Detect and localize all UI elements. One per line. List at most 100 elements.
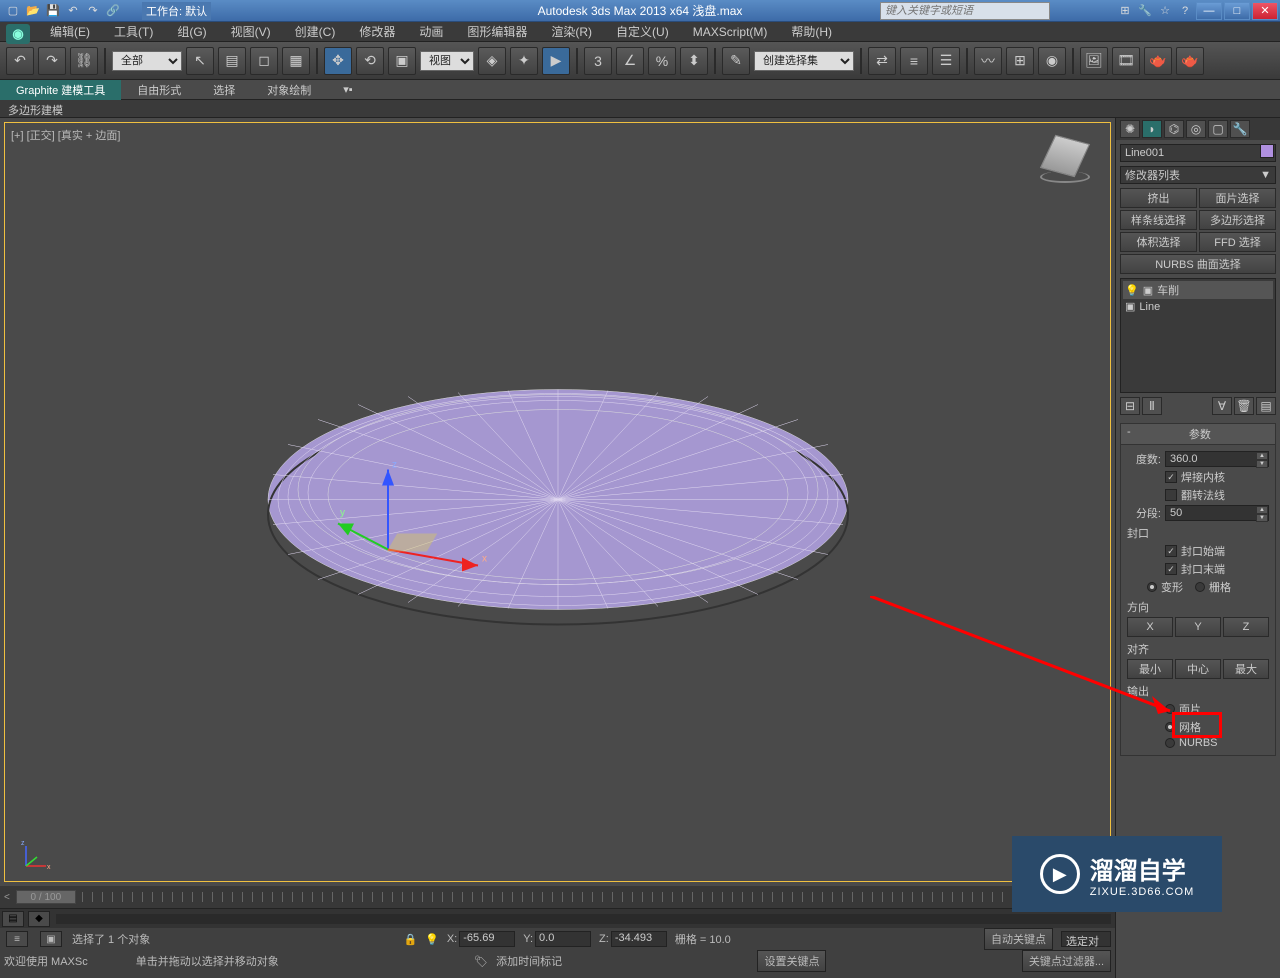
align-button[interactable]: ≡ xyxy=(900,47,928,75)
morph-radio[interactable] xyxy=(1147,582,1157,592)
z-coord-input[interactable]: -34.493 xyxy=(611,931,667,947)
pin-stack-icon[interactable]: ⊟ xyxy=(1120,397,1140,415)
close-button[interactable]: ✕ xyxy=(1252,2,1278,20)
output-nurbs-radio[interactable] xyxy=(1165,738,1175,748)
manipulate-button[interactable]: ✦ xyxy=(510,47,538,75)
make-unique-icon[interactable]: ∀ xyxy=(1212,397,1232,415)
segments-spinner[interactable]: 50▲▼ xyxy=(1165,505,1269,521)
select-region-button[interactable]: ◻ xyxy=(250,47,278,75)
maxscript-mini-icon[interactable]: ≡ xyxy=(6,931,28,947)
undo-button[interactable]: ↶ xyxy=(6,47,34,75)
trackbar-keymode-icon[interactable]: ◆ xyxy=(28,911,50,927)
scene-object[interactable]: z y x xyxy=(258,325,858,680)
mod-btn-volsel[interactable]: 体积选择 xyxy=(1120,232,1197,252)
align-min-button[interactable]: 最小 xyxy=(1127,659,1173,679)
keymode-button[interactable]: ▶ xyxy=(542,47,570,75)
menu-views[interactable]: 视图(V) xyxy=(221,21,281,42)
utilities-tab-icon[interactable]: 🔧 xyxy=(1230,120,1250,138)
ribbon-subpanel[interactable]: 多边形建模 xyxy=(0,100,1280,118)
flip-normals-checkbox[interactable] xyxy=(1165,489,1177,501)
track-bar[interactable]: ▤ ◆ xyxy=(0,908,1115,928)
pivot-button[interactable]: ◈ xyxy=(478,47,506,75)
infocenter-icon[interactable]: ⊞ xyxy=(1116,2,1134,20)
mod-btn-extrude[interactable]: 挤出 xyxy=(1120,188,1197,208)
output-mesh-radio[interactable] xyxy=(1165,722,1175,732)
selset-dropdown[interactable]: 创建选择集 xyxy=(754,51,854,71)
redo-button[interactable]: ↷ xyxy=(38,47,66,75)
dir-x-button[interactable]: X xyxy=(1127,617,1173,637)
modifier-list-dropdown[interactable]: 修改器列表 ▼ xyxy=(1120,166,1276,184)
mod-btn-patchsel[interactable]: 面片选择 xyxy=(1199,188,1276,208)
autokey-button[interactable]: 自动关键点 xyxy=(984,928,1053,950)
mod-btn-polysel[interactable]: 多边形选择 xyxy=(1199,210,1276,230)
ribbon-tab-objectpaint[interactable]: 对象绘制 xyxy=(251,80,327,100)
hierarchy-tab-icon[interactable]: ⌬ xyxy=(1164,120,1184,138)
time-slider-handle[interactable]: 0 / 100 xyxy=(16,890,76,904)
angle-snap[interactable]: ∠ xyxy=(616,47,644,75)
display-tab-icon[interactable]: ▢ xyxy=(1208,120,1228,138)
layers-button[interactable]: ☰ xyxy=(932,47,960,75)
stack-item-line[interactable]: ▣Line xyxy=(1123,299,1273,314)
ribbon-tab-graphite[interactable]: Graphite 建模工具 xyxy=(0,80,121,100)
minimize-button[interactable]: — xyxy=(1196,2,1222,20)
help-search-input[interactable] xyxy=(880,2,1050,20)
menu-help[interactable]: 帮助(H) xyxy=(781,21,842,42)
object-color-swatch[interactable] xyxy=(1260,144,1274,158)
motion-tab-icon[interactable]: ◎ xyxy=(1186,120,1206,138)
refcoord-dropdown[interactable]: 视图 xyxy=(420,51,474,71)
render-button[interactable]: 🫖 xyxy=(1144,47,1172,75)
edit-selset-button[interactable]: ✎ xyxy=(722,47,750,75)
workspace-selector[interactable]: 工作台: 默认 xyxy=(142,2,211,20)
viewport-label[interactable]: [+] [正交] [真实 + 边面] xyxy=(11,127,120,143)
trackbar-toggle-icon[interactable]: ▤ xyxy=(2,911,24,927)
keymode-dropdown[interactable]: 选定对 xyxy=(1061,931,1111,947)
menu-rendering[interactable]: 渲染(R) xyxy=(541,21,602,42)
align-max-button[interactable]: 最大 xyxy=(1223,659,1269,679)
keyfilters-button[interactable]: 关键点过滤器... xyxy=(1022,950,1111,972)
mod-btn-nurbssel[interactable]: NURBS 曲面选择 xyxy=(1120,254,1276,274)
window-crossing-button[interactable]: ▦ xyxy=(282,47,310,75)
menu-animation[interactable]: 动画 xyxy=(409,21,453,42)
menu-create[interactable]: 创建(C) xyxy=(285,21,346,42)
remove-mod-icon[interactable]: 🗑 xyxy=(1234,397,1254,415)
link-button[interactable]: ⛓ xyxy=(70,47,98,75)
viewport-perspective[interactable]: [+] [正交] [真实 + 边面] xyxy=(4,122,1111,882)
object-name-field[interactable]: Line001 xyxy=(1120,144,1276,162)
select-button[interactable]: ↖ xyxy=(186,47,214,75)
mod-btn-splinesel[interactable]: 样条线选择 xyxy=(1120,210,1197,230)
snap-toggle[interactable]: 3 xyxy=(584,47,612,75)
menu-edit[interactable]: 编辑(E) xyxy=(40,21,100,42)
menu-tools[interactable]: 工具(T) xyxy=(104,21,163,42)
curve-editor-button[interactable]: 〰 xyxy=(974,47,1002,75)
render-production-button[interactable]: 🫖 xyxy=(1176,47,1204,75)
ribbon-collapse-button[interactable]: ▾▪ xyxy=(327,81,368,98)
y-coord-input[interactable]: 0.0 xyxy=(535,931,591,947)
star-icon[interactable]: ☆ xyxy=(1156,2,1174,20)
open-icon[interactable]: 📂 xyxy=(24,2,42,20)
listener-icon[interactable]: ▣ xyxy=(40,931,62,947)
comm-icon[interactable]: 🔧 xyxy=(1136,2,1154,20)
time-slider[interactable]: < 0 / 100 > xyxy=(0,886,1115,908)
cap-start-checkbox[interactable]: ✓ xyxy=(1165,545,1177,557)
link-icon[interactable]: 🔗 xyxy=(104,2,122,20)
new-icon[interactable]: ▢ xyxy=(4,2,22,20)
viewcube[interactable] xyxy=(1040,133,1090,183)
selection-filter-dropdown[interactable]: 全部 xyxy=(112,51,182,71)
modify-tab-icon[interactable]: ◗ xyxy=(1142,120,1162,138)
add-time-tag[interactable]: 添加时间标记 xyxy=(496,953,562,969)
menu-group[interactable]: 组(G) xyxy=(167,21,216,42)
weld-core-checkbox[interactable]: ✓ xyxy=(1165,471,1177,483)
spinner-snap[interactable]: ⬍ xyxy=(680,47,708,75)
dir-y-button[interactable]: Y xyxy=(1175,617,1221,637)
lock-icon[interactable]: 🔒 xyxy=(403,933,417,946)
isolate-icon[interactable]: 💡 xyxy=(425,933,439,946)
render-frame-button[interactable]: 🎞 xyxy=(1112,47,1140,75)
select-name-button[interactable]: ▤ xyxy=(218,47,246,75)
ribbon-tab-selection[interactable]: 选择 xyxy=(197,80,251,100)
menu-customize[interactable]: 自定义(U) xyxy=(606,21,679,42)
ribbon-tab-freeform[interactable]: 自由形式 xyxy=(121,80,197,100)
show-result-icon[interactable]: Ⅱ xyxy=(1142,397,1162,415)
x-coord-input[interactable]: -65.69 xyxy=(459,931,515,947)
percent-snap[interactable]: % xyxy=(648,47,676,75)
grid-radio[interactable] xyxy=(1195,582,1205,592)
